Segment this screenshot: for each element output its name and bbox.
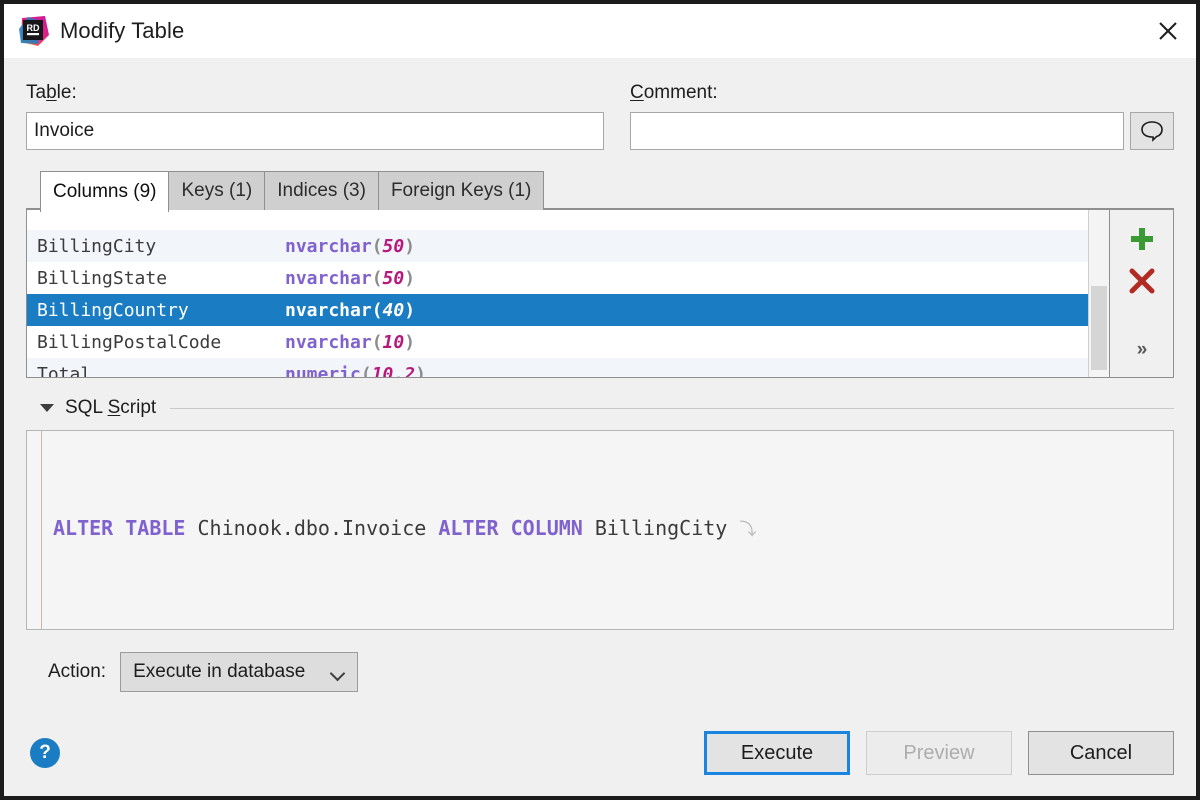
svg-text:RD: RD (27, 23, 40, 33)
column-name-cell: BillingState (37, 267, 168, 289)
sql-script-editor[interactable]: ALTER TABLE Chinook.dbo.Invoice ALTER CO… (26, 430, 1174, 630)
comment-input[interactable] (630, 112, 1124, 150)
fields-row: Table: Invoice Comment: (26, 82, 1174, 150)
table-row[interactable]: BillingPostalCode nvarchar(10) (27, 326, 1088, 358)
column-name-cell: Total (37, 363, 92, 378)
remove-column-button[interactable] (1120, 260, 1164, 302)
speech-bubble-icon[interactable] (1130, 112, 1174, 150)
chevron-down-icon (331, 668, 345, 677)
wrap-arrow-icon: ⤵ (739, 520, 757, 540)
table-row[interactable]: BillingCity nvarchar(50) (27, 230, 1088, 262)
window-title: Modify Table (60, 18, 185, 43)
table-name-input[interactable]: Invoice (26, 112, 604, 150)
column-type-cell: nvarchar(40) (285, 299, 416, 321)
sql-line: ALTER TABLE Chinook.dbo.Invoice ALTER CO… (53, 516, 757, 540)
column-type-cell: numeric(10,2) (285, 363, 426, 378)
comment-field-group: Comment: (630, 82, 1174, 150)
column-type-cell: nvarchar(10) (285, 331, 416, 353)
tab-strip-lead (26, 170, 40, 210)
table-field-group: Table: Invoice (26, 82, 604, 150)
close-icon[interactable] (1140, 4, 1196, 58)
column-type-cell: nvarchar(50) (285, 267, 416, 289)
columns-grid-viewport: BillingCity nvarchar(50) BillingState nvar… (27, 210, 1088, 377)
column-name-cell: BillingPostalCode (37, 331, 222, 353)
modify-table-dialog: RD Modify Table Table: Invoice Comment: (0, 0, 1200, 800)
comment-label: Comment: (630, 82, 718, 103)
triangle-down-icon[interactable] (40, 404, 54, 412)
sql-line: ↳nvarchar(50) (53, 620, 1163, 629)
table-label: Table: (26, 82, 77, 103)
tab-strip: Columns (9) Keys (1) Indices (3) Foreign… (26, 170, 1174, 212)
action-select[interactable]: Execute in database (120, 652, 359, 692)
table-row-selected[interactable]: BillingCountry nvarchar(40) (27, 294, 1088, 326)
add-column-button[interactable] (1120, 218, 1164, 260)
table-row[interactable]: BillingState nvarchar(50) (27, 262, 1088, 294)
footer-bar: ? Execute Preview Cancel (26, 726, 1174, 780)
preview-button: Preview (866, 731, 1012, 775)
column-name-cell: BillingCity (37, 235, 157, 257)
grid-vertical-scrollbar[interactable] (1088, 210, 1109, 377)
rider-logo-icon: RD (18, 15, 50, 47)
help-button[interactable]: ? (30, 738, 60, 768)
tab-keys[interactable]: Keys (1) (168, 171, 266, 210)
cancel-button[interactable]: Cancel (1028, 731, 1174, 775)
sql-script-header[interactable]: SQL Script (26, 396, 1174, 420)
column-type-cell: nvarchar(50) (285, 235, 416, 257)
dialog-body: Table: Invoice Comment: Columns (9) Keys… (4, 58, 1196, 796)
columns-grid: BillingCity nvarchar(50) BillingState nvar… (26, 210, 1174, 378)
action-select-value: Execute in database (133, 661, 306, 682)
sql-script-title: SQL Script (65, 397, 157, 418)
tab-columns[interactable]: Columns (9) (40, 171, 170, 212)
grid-scrollbar-thumb[interactable] (1091, 286, 1107, 370)
column-name-cell: BillingCountry (37, 299, 189, 321)
table-row[interactable]: Total numeric(10,2) (27, 358, 1088, 377)
editor-gutter-line (41, 431, 42, 629)
execute-button[interactable]: Execute (704, 731, 850, 775)
tab-indices[interactable]: Indices (3) (264, 171, 379, 210)
action-row: Action: Execute in database (26, 652, 1174, 692)
tab-foreign-keys[interactable]: Foreign Keys (1) (377, 171, 545, 210)
table-row[interactable] (27, 210, 1088, 230)
sql-code-content: ALTER TABLE Chinook.dbo.Invoice ALTER CO… (53, 438, 1163, 629)
action-label: Action: (48, 661, 107, 682)
sql-section-divider (170, 407, 1174, 409)
grid-toolbar: » (1109, 210, 1173, 377)
title-bar: RD Modify Table (4, 4, 1196, 58)
more-actions-button[interactable]: » (1120, 329, 1164, 371)
